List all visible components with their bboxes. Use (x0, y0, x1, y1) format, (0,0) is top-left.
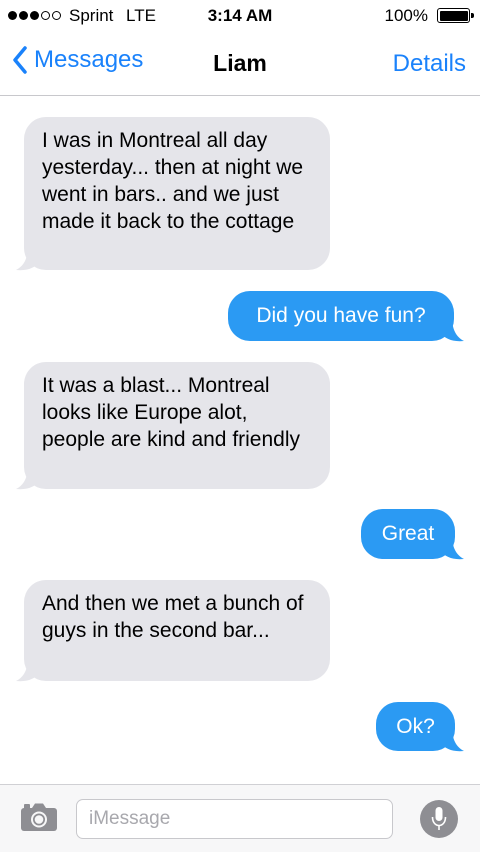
microphone-button[interactable] (420, 800, 458, 838)
message-text: It was a blast... Montreal looks like Eu… (42, 374, 301, 451)
message-text: And then we met a bunch of guys in the s… (42, 592, 304, 642)
bubble-tail (440, 535, 464, 560)
camera-button[interactable] (20, 802, 58, 837)
status-bar: Sprint LTE 3:14 AM 100% (0, 0, 480, 34)
battery-percent: 100% (384, 6, 428, 25)
message-bubble-sent: Did you have fun? (228, 291, 454, 341)
battery-icon (437, 8, 474, 23)
message-text: Did you have fun? (256, 304, 426, 327)
message-bubble-received: It was a blast... Montreal looks like Eu… (24, 362, 330, 489)
bubble-tail (16, 246, 40, 271)
message-bubble-received: And then we met a bunch of guys in the s… (24, 580, 330, 681)
bubble-tail (16, 465, 40, 490)
message-input[interactable] (76, 799, 393, 839)
message-text: I was in Montreal all day yesterday... t… (42, 129, 304, 233)
bubble-tail (440, 317, 464, 342)
navigation-bar: Messages Liam Details (0, 34, 480, 96)
bubble-tail (440, 727, 464, 752)
details-button[interactable]: Details (393, 50, 466, 78)
microphone-icon (431, 807, 447, 830)
camera-icon (21, 803, 57, 831)
compose-bar (0, 784, 480, 852)
bubble-tail (16, 657, 40, 682)
message-text: Ok? (396, 715, 435, 738)
message-text: Great (381, 522, 435, 545)
message-bubble-received: I was in Montreal all day yesterday... t… (24, 117, 330, 270)
